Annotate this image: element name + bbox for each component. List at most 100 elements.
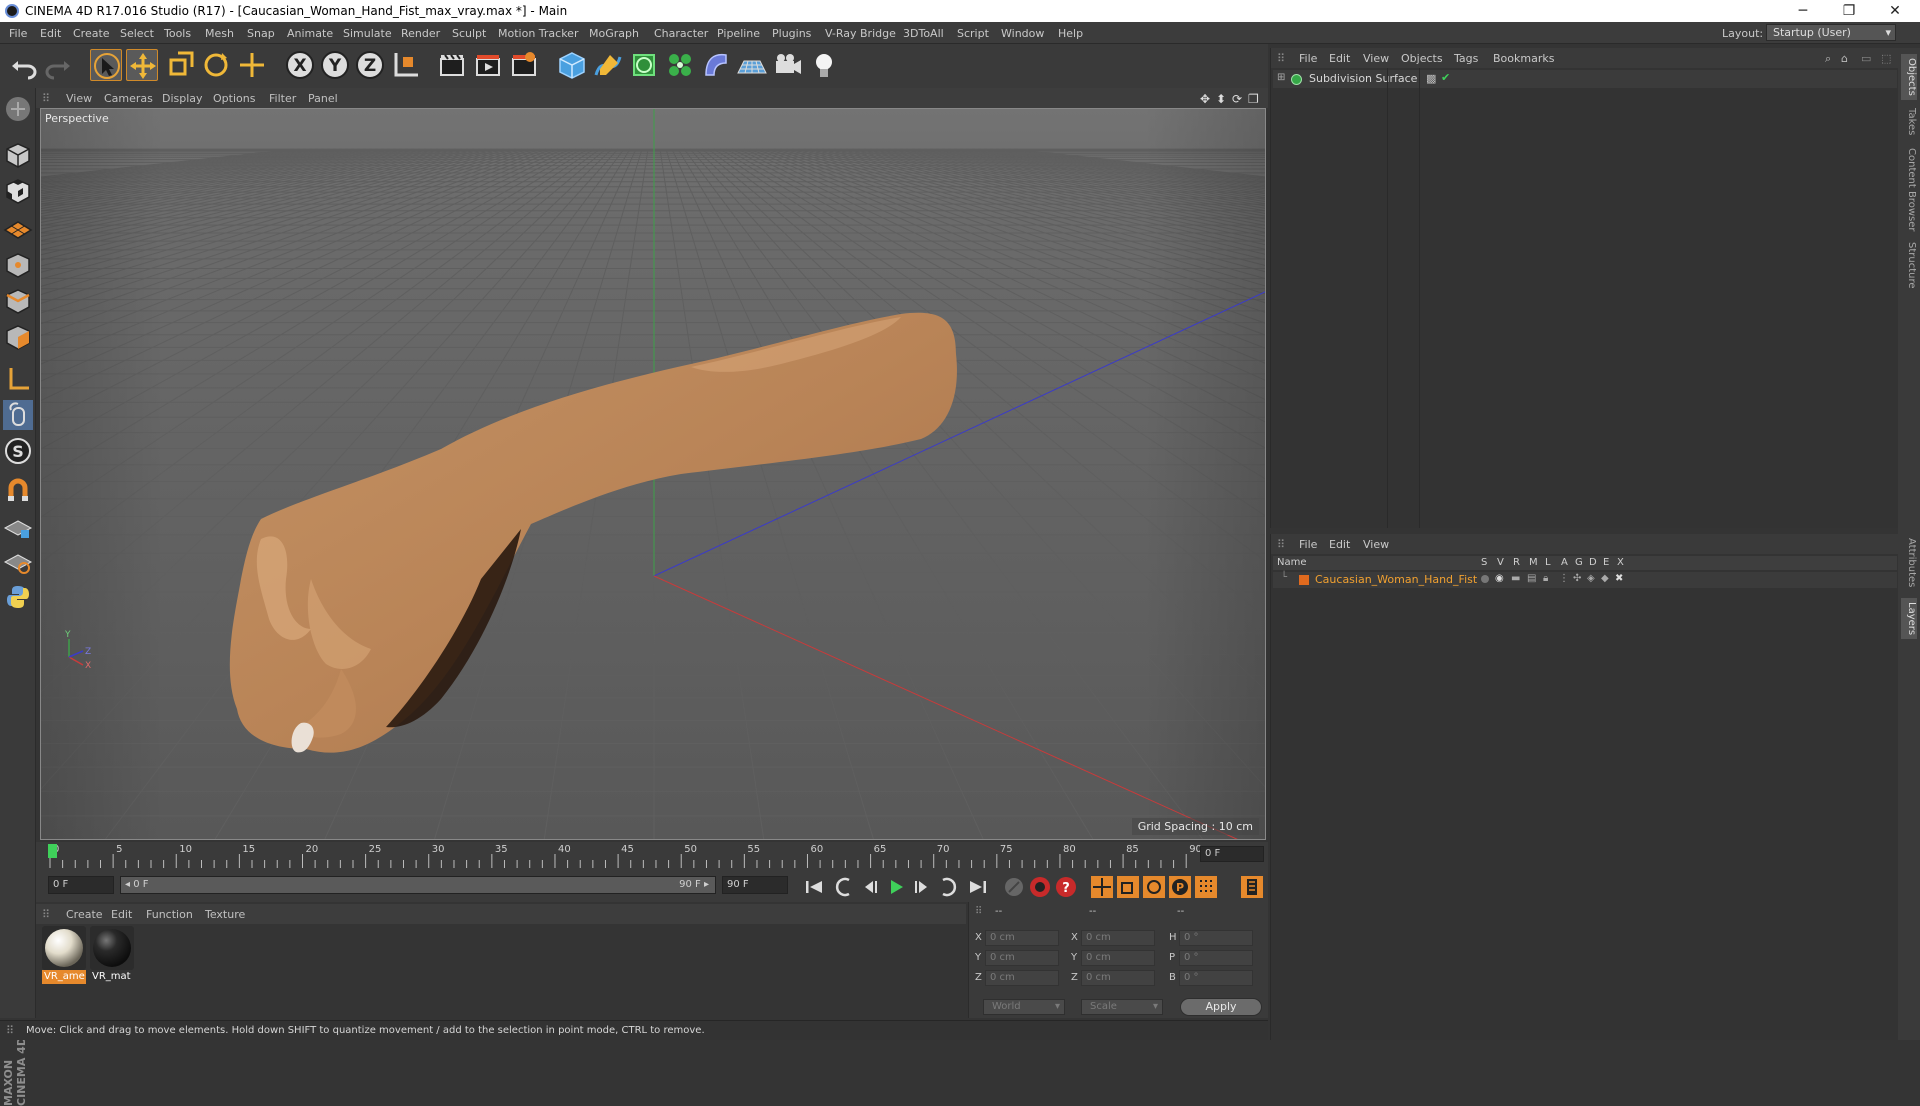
render-to-picture-viewer-button[interactable] [472,49,504,81]
add-spline-button[interactable] [592,49,624,81]
timeline-ruler[interactable]: 051015202530354045505560657075808590 0 F [36,842,1268,872]
move-tool-button[interactable] [126,49,158,81]
expand-icon[interactable]: ⬚ [1881,52,1891,65]
workplane-mode-button[interactable] [3,212,33,242]
column-generators[interactable]: G [1575,557,1583,568]
material-menu-function[interactable]: Function [146,908,193,921]
column-xref[interactable]: X [1617,557,1624,568]
deformer-icon[interactable]: ◈ [1587,573,1595,584]
column-deformers[interactable]: D [1589,557,1597,568]
menu-create[interactable]: Create [73,27,110,40]
apply-button[interactable]: Apply [1180,998,1262,1016]
playhead-marker[interactable] [48,844,57,858]
objects-menu-tags[interactable]: Tags [1454,52,1478,65]
menu-window[interactable]: Window [1001,27,1044,40]
minimize-button[interactable]: ─ [1780,0,1826,22]
menu-character[interactable]: Character [654,27,708,40]
position-y-field[interactable]: 0 cm [985,950,1059,966]
objects-menu-file[interactable]: File [1299,52,1317,65]
coordinate-space-dropdown[interactable]: World ▾ [983,999,1065,1015]
viewport-menu-options[interactable]: Options [213,92,255,105]
menu-3dtoall[interactable]: 3DToAll [903,27,944,40]
layers-menu-edit[interactable]: Edit [1329,538,1350,551]
layout-dropdown[interactable]: Startup (User) ▾ [1766,24,1896,41]
viewport-maximize-icon[interactable]: ❐ [1248,92,1259,106]
menu-render[interactable]: Render [401,27,440,40]
menu-vray-bridge[interactable]: V-Ray Bridge [825,27,896,40]
tab-objects[interactable]: Objects [1901,54,1917,100]
add-light-button[interactable] [808,49,840,81]
menu-plugins[interactable]: Plugins [772,27,811,40]
manager-icon[interactable]: ▤ [1527,573,1536,584]
objects-menu-bookmarks[interactable]: Bookmarks [1493,52,1554,65]
menu-edit[interactable]: Edit [40,27,61,40]
timeline-window-button[interactable] [1240,875,1264,899]
layer-row[interactable]: └ Caucasian_Woman_Hand_Fist ◉ ▬ ▤ 🔒︎ ⋮ ✣… [1273,572,1897,588]
rotation-h-field[interactable]: 0 ° [1179,930,1253,946]
viewport-menu-filter[interactable]: Filter [269,92,296,105]
goto-next-key-button[interactable] [936,875,960,899]
current-frame-field[interactable]: 0 F [1200,846,1264,862]
eye-icon[interactable]: ◉ [1495,573,1504,584]
object-row-subdivision-surface[interactable]: ⊞ Subdivision Surface ▩ ✔ [1273,70,1897,88]
column-solo[interactable]: S [1481,557,1487,568]
viewport-menu-view[interactable]: View [66,92,92,105]
keyframe-selection-button[interactable] [1002,875,1026,899]
menu-mesh[interactable]: Mesh [205,27,234,40]
key-scale-button[interactable] [1116,875,1140,899]
planar-workplane-button[interactable] [3,546,33,576]
tab-structure[interactable]: Structure [1901,238,1917,293]
column-expressions[interactable]: E [1603,557,1609,568]
python-button[interactable] [3,582,33,612]
y-axis-lock-button[interactable]: Y [319,49,351,81]
material-menu-create[interactable]: Create [66,908,103,921]
menu-sculpt[interactable]: Sculpt [452,27,486,40]
texture-mode-button[interactable] [3,176,33,206]
layer-name[interactable]: Caucasian_Woman_Hand_Fist [1315,573,1477,586]
tab-layers[interactable]: Layers [1901,598,1917,640]
add-cube-button[interactable] [556,49,588,81]
tab-takes[interactable]: Takes [1901,104,1917,139]
menu-help[interactable]: Help [1058,27,1083,40]
preview-range-slider[interactable]: ◂ 0 F 90 F ▸ [120,876,716,894]
coordinate-system-button[interactable] [390,49,422,81]
position-x-field[interactable]: 0 cm [985,930,1059,946]
tweak-mode-button[interactable] [3,400,33,430]
perspective-viewport[interactable]: Y X Z Perspective Grid Spacing : 10 cm [40,108,1266,840]
render-settings-button[interactable] [508,49,540,81]
snap-button[interactable]: S [3,436,33,466]
viewport-menu-display[interactable]: Display [162,92,203,105]
objects-menu-view[interactable]: View [1363,52,1389,65]
size-y-field[interactable]: 0 cm [1081,950,1155,966]
size-mode-dropdown[interactable]: Scale ▾ [1081,999,1163,1015]
menu-pipeline[interactable]: Pipeline [717,27,760,40]
menu-mograph[interactable]: MoGraph [589,27,639,40]
material-menu-texture[interactable]: Texture [205,908,245,921]
material-vr-mat[interactable]: VR_mat [90,926,134,984]
scale-tool-button[interactable] [164,49,196,81]
recent-tool-button[interactable] [236,49,268,81]
visibility-edit-icon[interactable]: ▩ [1426,72,1436,85]
layers-menu-view[interactable]: View [1363,538,1389,551]
x-axis-lock-button[interactable]: X [284,49,316,81]
key-position-button[interactable] [1090,875,1114,899]
viewport-menu-cameras[interactable]: Cameras [104,92,153,105]
key-point-level-button[interactable] [1194,875,1218,899]
material-menu-edit[interactable]: Edit [111,908,132,921]
position-z-field[interactable]: 0 cm [985,970,1059,986]
layers-menu-file[interactable]: File [1299,538,1317,551]
column-render[interactable]: R [1513,557,1520,568]
menu-script[interactable]: Script [957,27,989,40]
scroll-up-icon[interactable]: ▭ [1861,52,1871,65]
goto-start-button[interactable] [802,875,826,899]
end-frame-field[interactable]: 90 F [722,876,788,894]
column-name[interactable]: Name [1277,557,1307,568]
menu-animate[interactable]: Animate [287,27,333,40]
key-parameter-button[interactable]: P [1168,875,1192,899]
search-icon[interactable]: ⌕ [1825,52,1831,66]
viewport-rotate-icon[interactable]: ⟳ [1232,92,1242,106]
expand-toggle-icon[interactable]: ⊞ [1277,72,1285,83]
tab-attributes[interactable]: Attributes [1901,534,1917,591]
axis-mode-button[interactable] [3,364,33,394]
record-active-objects-button[interactable] [1028,875,1052,899]
